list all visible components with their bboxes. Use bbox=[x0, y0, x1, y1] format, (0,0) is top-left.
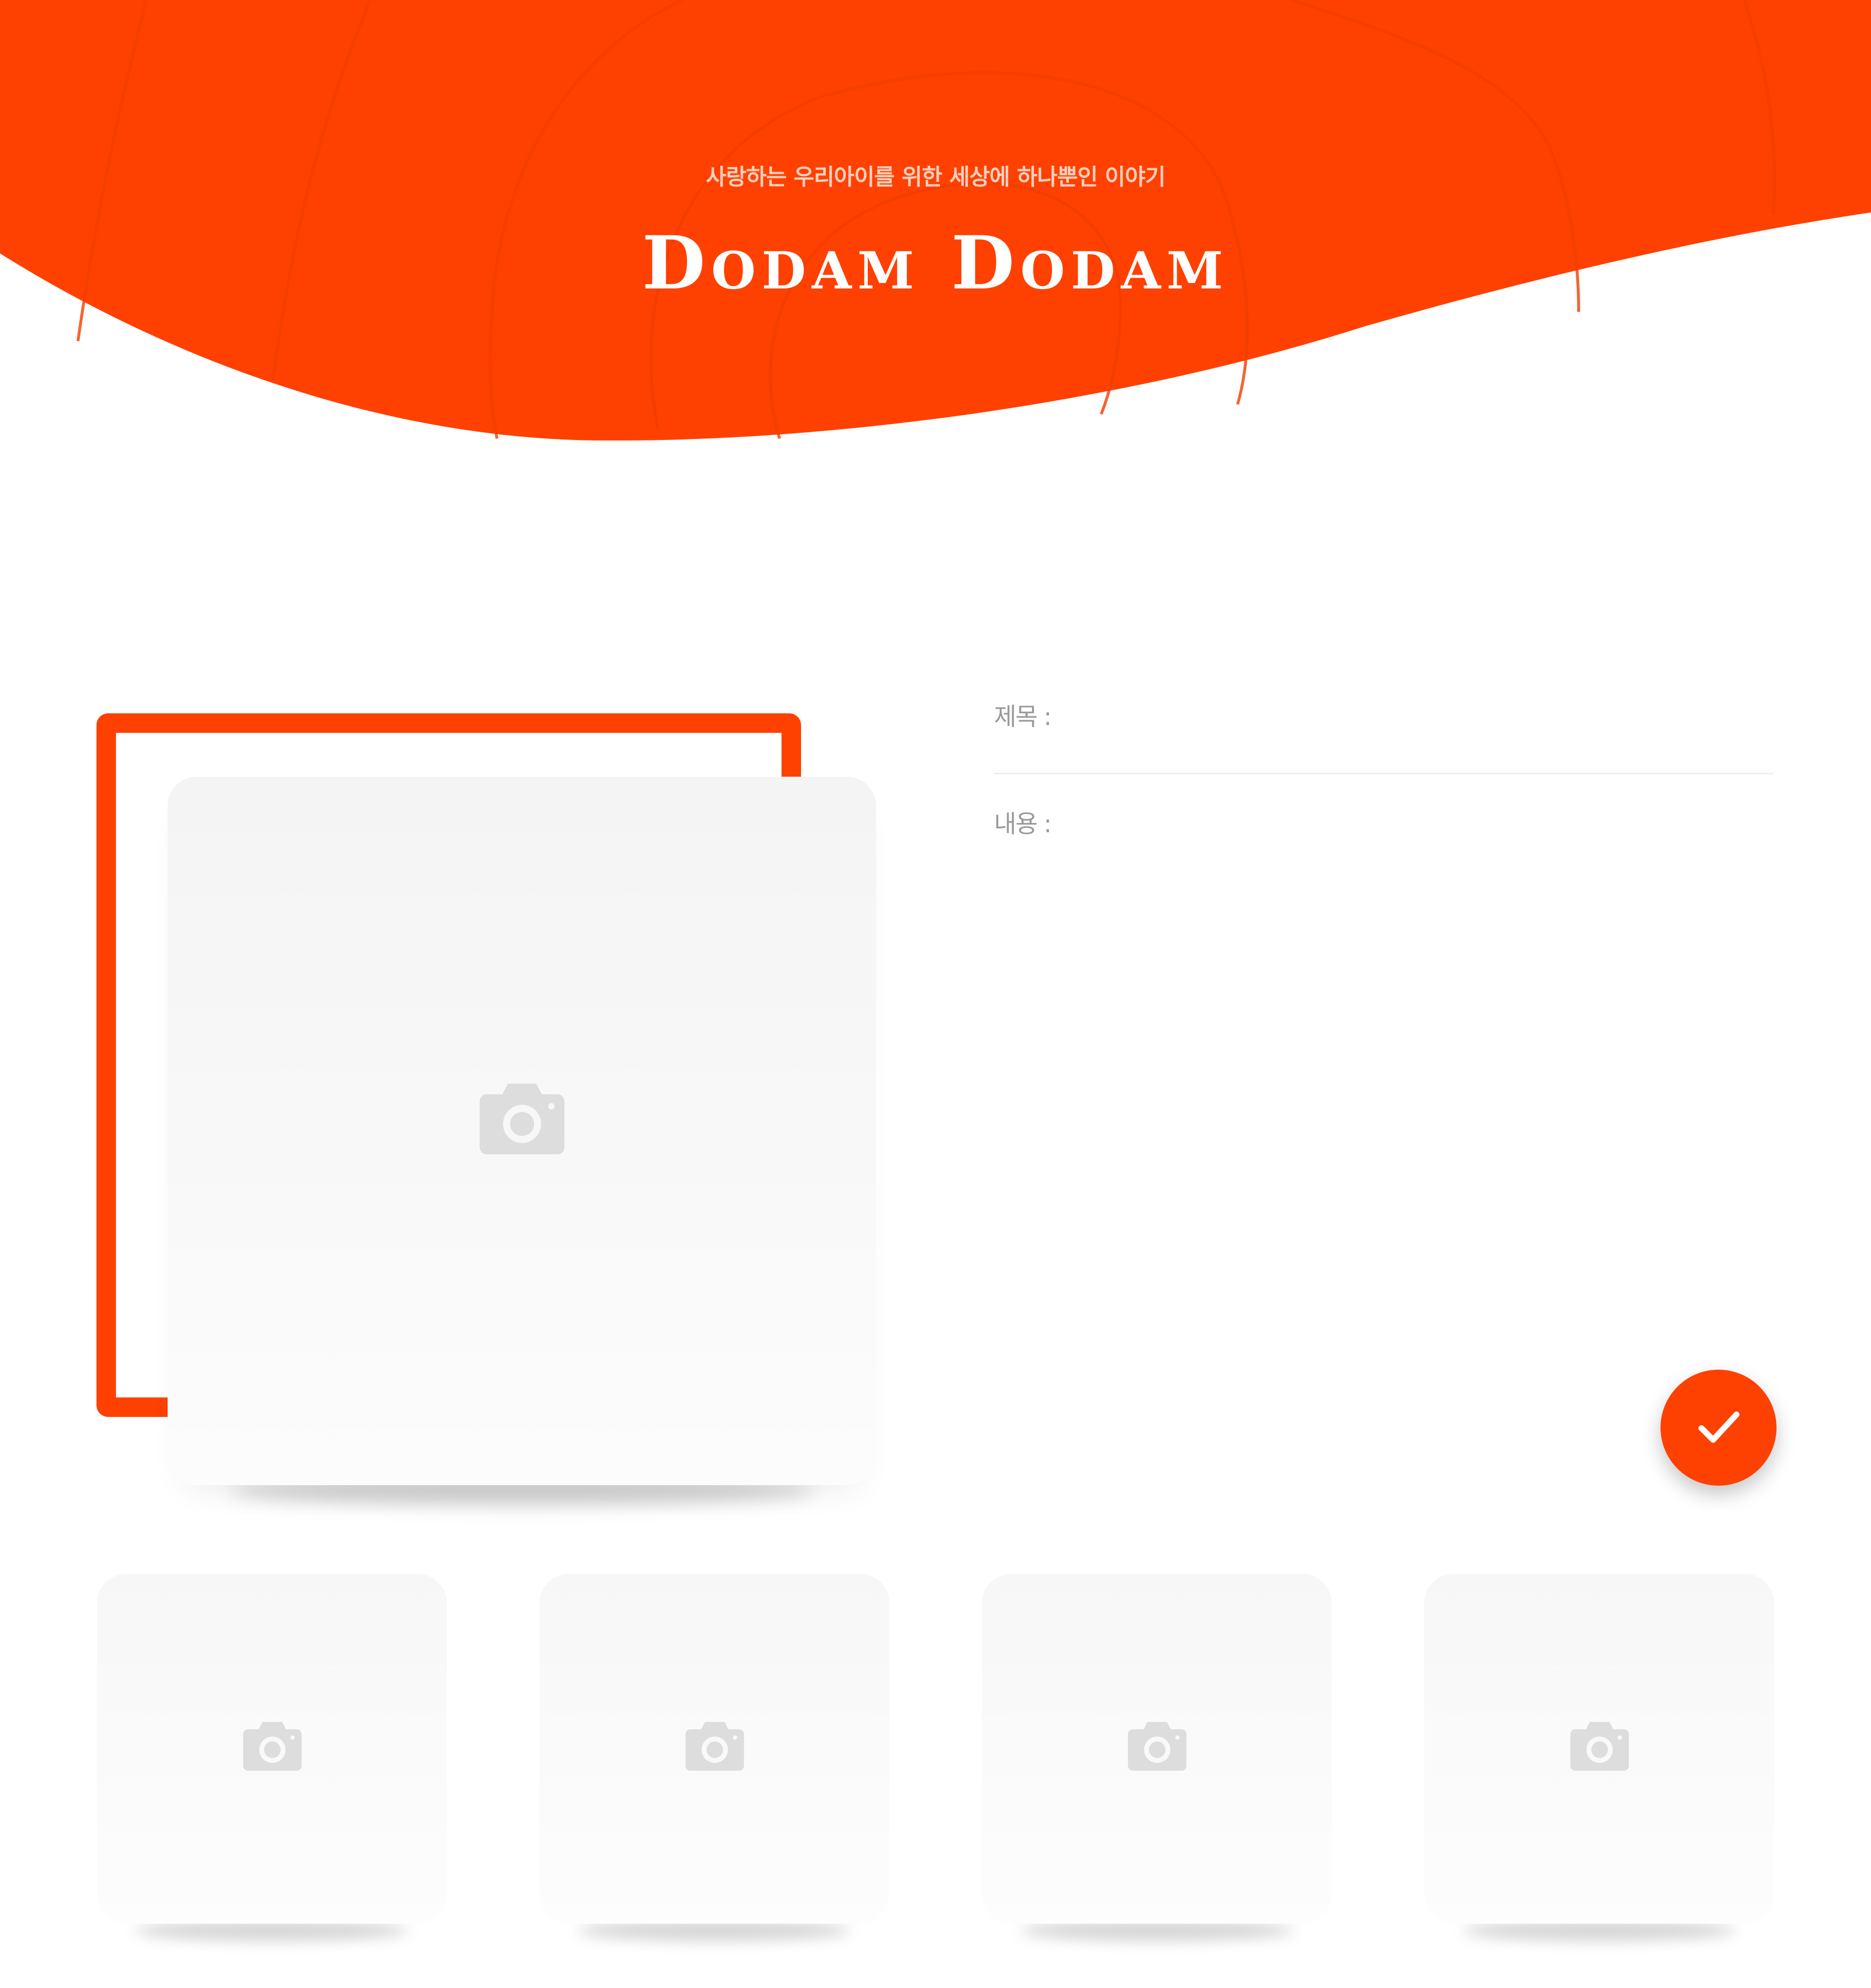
thumbnail-upload-3[interactable] bbox=[982, 1574, 1332, 1924]
camera-icon bbox=[686, 1722, 744, 1771]
camera-icon bbox=[1570, 1722, 1629, 1771]
app-title: Dodam Dodam bbox=[642, 220, 1229, 306]
title-divider bbox=[994, 773, 1774, 774]
title-input[interactable] bbox=[1101, 700, 1769, 734]
thumbnail-upload-2[interactable] bbox=[539, 1574, 889, 1924]
thumbnail-upload-1[interactable] bbox=[97, 1574, 447, 1924]
title-label: 제목 : bbox=[994, 703, 1052, 731]
diary-write-page: 사랑하는 우리아이를 위한 세상에 하나뿐인 이야기 Dodam Dodam 제… bbox=[0, 0, 1871, 1988]
camera-icon bbox=[243, 1722, 302, 1771]
confirm-button[interactable] bbox=[1661, 1370, 1776, 1486]
check-icon bbox=[1699, 1412, 1739, 1443]
header-subtitle: 사랑하는 우리아이를 위한 세상에 하나뿐인 이야기 bbox=[706, 164, 1166, 190]
content-textarea[interactable] bbox=[1101, 807, 1769, 1343]
thumbnail-upload-4[interactable] bbox=[1424, 1574, 1774, 1924]
camera-icon bbox=[479, 1084, 565, 1154]
camera-icon bbox=[1128, 1722, 1186, 1771]
content-label: 내용 : bbox=[994, 810, 1052, 838]
main-photo-upload[interactable] bbox=[168, 777, 876, 1485]
